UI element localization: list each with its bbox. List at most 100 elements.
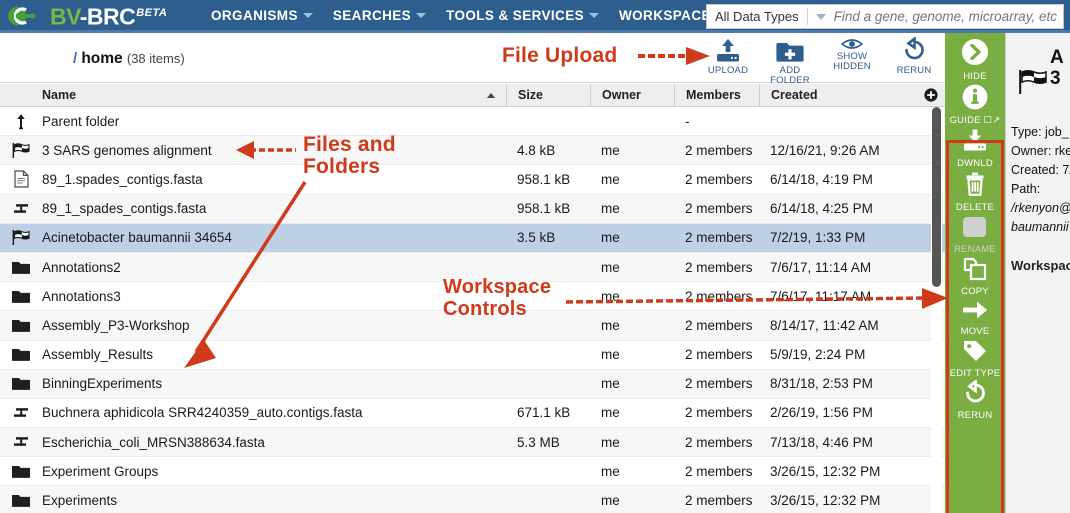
download-button-label: DWNLD xyxy=(957,158,993,169)
move-button[interactable]: MOVE xyxy=(945,298,1005,337)
column-header-members[interactable]: Members xyxy=(674,84,759,106)
row-owner: me xyxy=(601,288,620,304)
hide-button[interactable]: HIDE xyxy=(945,37,1005,82)
detail-meta: Type: job_ Owner: rke Created: 7/ Path: … xyxy=(1011,123,1070,237)
breadcrumb-item-count: (38 items) xyxy=(126,51,185,66)
plus-circle-icon[interactable] xyxy=(924,88,938,102)
row-created: 7/6/17, 11:17 AM xyxy=(770,288,872,304)
chevron-down-icon[interactable] xyxy=(815,13,826,20)
nav-item-searches[interactable]: SEARCHES xyxy=(323,4,436,27)
row-created: 2/26/19, 1:56 PM xyxy=(770,405,873,421)
row-owner: me xyxy=(601,493,620,509)
row-members: 2 members xyxy=(685,347,753,363)
contigs-icon xyxy=(0,202,42,216)
nav-item-tools-services[interactable]: TOOLS & SERVICES xyxy=(436,4,609,27)
upload-button-label: UPLOAD xyxy=(707,65,749,76)
add-folder-button[interactable]: ADD FOLDER xyxy=(759,37,821,86)
download-button[interactable]: DWNLD xyxy=(945,127,1005,169)
row-name: Assembly_Results xyxy=(42,347,154,363)
document-icon xyxy=(0,170,42,189)
tag-icon xyxy=(961,338,989,367)
rerun-button[interactable]: RERUN xyxy=(883,37,945,86)
column-header-name[interactable]: Name xyxy=(0,84,506,106)
row-name: BinningExperiments xyxy=(42,376,163,392)
table-row[interactable]: Escherichia_coli_MRSN388634.fasta 5.3 MB m… xyxy=(0,428,945,458)
download-icon xyxy=(960,127,990,157)
detail-title-line1: A xyxy=(1050,47,1064,68)
table-row[interactable]: 89_1.spades_contigs.fasta 958.1 kB me 2 mem… xyxy=(0,165,945,195)
row-owner: me xyxy=(601,405,620,421)
detail-meta-path-label: Path: xyxy=(1011,182,1041,196)
rename-button-label: RENAME xyxy=(954,244,996,255)
edit-type-button[interactable]: EDIT TYPE xyxy=(945,338,1005,379)
table-row[interactable]: Buchnera aphidicola SRR4240359_auto.cont… xyxy=(0,398,945,429)
column-header-created-label: Created xyxy=(771,88,818,102)
table-row[interactable]: Annotations3 me 2 members 7/6/17, 11:17 AM xyxy=(0,282,945,312)
table-row[interactable]: Experiment Groups me 2 members 3/26/15, 12:… xyxy=(0,457,945,487)
row-members: 2 members xyxy=(685,259,753,275)
rename-button[interactable]: RENAME xyxy=(945,214,1005,255)
rerun-button-label: RERUN xyxy=(896,65,932,76)
show-hidden-button[interactable]: SHOW HIDDEN xyxy=(821,37,883,86)
column-header-owner[interactable]: Owner xyxy=(590,84,674,106)
table-row[interactable]: Annotations2 me 2 members 7/6/17, 11:14 AM xyxy=(0,252,945,283)
breadcrumb-slash[interactable]: / xyxy=(73,50,77,67)
chevron-down-icon xyxy=(302,12,313,18)
row-owner: me xyxy=(601,434,620,450)
row-created: 7/2/19, 1:33 PM xyxy=(770,230,866,246)
row-owner: me xyxy=(601,376,620,392)
row-members: 2 members xyxy=(685,463,753,479)
bvbrc-logo[interactable]: BV-BRCBETA xyxy=(6,2,191,28)
row-name: Parent folder xyxy=(42,113,120,129)
copy-button-label: COPY xyxy=(961,286,989,297)
move-button-label: MOVE xyxy=(960,326,990,337)
sort-ascending-icon xyxy=(487,92,495,98)
rail-rerun-button[interactable]: RERUN xyxy=(945,378,1005,421)
rerun-icon xyxy=(899,37,929,65)
copy-icon xyxy=(961,256,989,285)
table-row[interactable]: Acinetobacter baumannii 34654 3.5 kB me 2 m… xyxy=(0,223,945,253)
row-size: 958.1 kB xyxy=(517,201,571,217)
table-row[interactable]: BinningExperiments me 2 members 8/31/18, 2:… xyxy=(0,369,945,399)
table-row[interactable]: 3 SARS genomes alignment 4.8 kB me 2 member… xyxy=(0,136,945,166)
breadcrumb-home[interactable]: home xyxy=(81,50,122,67)
nav-item-tools-services-label: TOOLS & SERVICES xyxy=(446,7,585,23)
column-header-created[interactable]: Created xyxy=(759,84,934,106)
table-row[interactable]: Experiments me 2 members 3/26/15, 12:32 PM xyxy=(0,486,945,513)
table-vertical-scrollbar[interactable] xyxy=(931,107,942,513)
row-members: 2 members xyxy=(685,288,753,304)
copy-button[interactable]: COPY xyxy=(945,256,1005,297)
add-folder-icon xyxy=(775,37,805,65)
table-row[interactable]: Assembly_P3-Workshop me 2 members 8/14/17, … xyxy=(0,311,945,341)
column-header-size[interactable]: Size xyxy=(506,84,590,106)
row-members: 2 members xyxy=(685,317,753,333)
workspace-action-rail: HIDE GUIDE ☐↗ DWNLD DELETE RENAME COPY M… xyxy=(945,33,1005,513)
folder-icon xyxy=(0,318,42,333)
row-size: 4.8 kB xyxy=(517,142,556,158)
delete-button[interactable]: DELETE xyxy=(945,170,1005,213)
detail-meta-path-line2: baumannii xyxy=(1011,220,1069,234)
search-input[interactable] xyxy=(833,9,1063,24)
table-row[interactable]: Parent folder - xyxy=(0,107,945,137)
show-hidden-button-label-line2: HIDDEN xyxy=(833,61,871,72)
row-size: 3.5 kB xyxy=(517,230,556,246)
nav-item-organisms[interactable]: ORGANISMS xyxy=(201,4,323,27)
row-members: 2 members xyxy=(685,201,753,217)
table-row[interactable]: 89_1_spades_contigs.fasta 958.1 kB me 2 mem… xyxy=(0,194,945,224)
logo-brc: BRC xyxy=(86,3,136,30)
search-data-type-label[interactable]: All Data Types xyxy=(707,5,807,28)
detail-meta-type: Type: job_ xyxy=(1011,125,1069,139)
row-members: 2 members xyxy=(685,142,753,158)
upload-button[interactable]: UPLOAD xyxy=(697,37,759,86)
column-header-size-label: Size xyxy=(518,88,544,102)
breadcrumb: / home (38 items) xyxy=(73,50,185,68)
row-members: 2 members xyxy=(685,230,753,246)
row-created: 12/16/21, 9:26 AM xyxy=(770,142,880,158)
detail-meta-created: Created: 7/ xyxy=(1011,163,1070,177)
search-divider xyxy=(806,8,808,25)
table-row[interactable]: Assembly_Results me 2 members 5/9/19, 2:24 … xyxy=(0,340,945,370)
guide-button[interactable]: GUIDE ☐↗ xyxy=(945,83,1005,126)
row-owner: me xyxy=(601,317,620,333)
detail-meta-path-line1: /rkenyon@ xyxy=(1011,201,1070,215)
scrollbar-thumb[interactable] xyxy=(932,107,941,287)
